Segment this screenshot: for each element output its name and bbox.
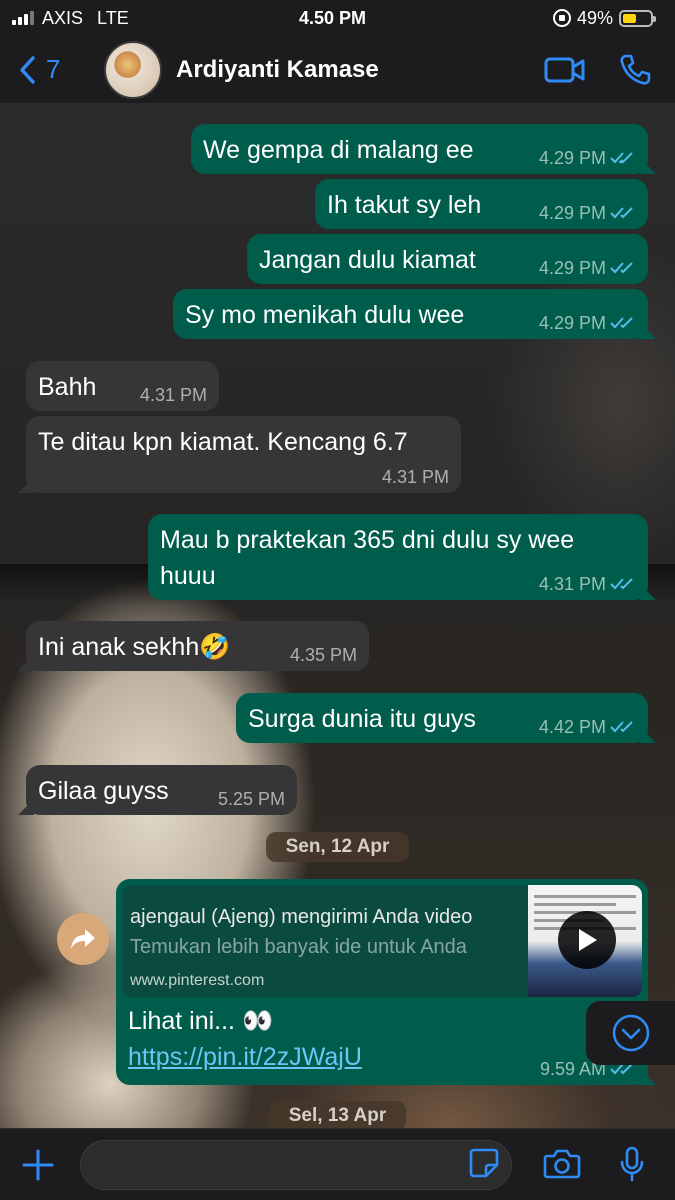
link-preview[interactable]: ajengaul (Ajeng) mengirimi Anda video Te… bbox=[122, 885, 642, 997]
scroll-to-bottom-button[interactable] bbox=[586, 1001, 675, 1065]
message-time: 4.29 PM bbox=[538, 148, 606, 168]
date-separator: Sen, 12 Apr bbox=[265, 832, 410, 862]
microphone-icon bbox=[620, 1146, 644, 1182]
status-time: 4.50 PM bbox=[298, 7, 367, 28]
microphone-button[interactable] bbox=[612, 1144, 652, 1184]
message-time: 4.29 PM bbox=[538, 203, 606, 223]
message-time: 5.25 PM bbox=[217, 789, 285, 809]
read-receipt-icon bbox=[610, 317, 633, 329]
message-text: Gilaa guyss bbox=[38, 777, 169, 805]
video-camera-icon bbox=[544, 57, 585, 82]
message-text: We gempa di malang ee bbox=[203, 136, 474, 164]
message-text: Te ditau kpn kiamat. Kencang 6.7 bbox=[38, 428, 408, 456]
message-bubble-incoming[interactable]: Te ditau kpn kiamat. Kencang 6.7 4.31 PM bbox=[18, 416, 461, 493]
rotation-lock-icon bbox=[552, 9, 571, 27]
link-preview-description: Temukan lebih banyak ide untuk Anda bbox=[130, 936, 467, 958]
attach-button[interactable] bbox=[18, 1145, 58, 1185]
battery-percent: 49% bbox=[576, 7, 613, 28]
battery-icon bbox=[618, 9, 656, 27]
message-input[interactable] bbox=[80, 1139, 512, 1190]
message-bubble-outgoing[interactable]: Jangan dulu kiamat 4.29 PM bbox=[247, 234, 648, 284]
camera-icon bbox=[543, 1149, 581, 1179]
link-preview-url: www.pinterest.com bbox=[130, 972, 265, 989]
back-button[interactable]: 7 bbox=[18, 54, 98, 85]
status-bar: AXIS LTE 4.50 PM 49% bbox=[0, 0, 675, 36]
read-receipt-icon bbox=[610, 578, 633, 590]
phone-icon bbox=[620, 54, 651, 85]
voice-call-button[interactable] bbox=[613, 48, 657, 92]
read-receipt-icon bbox=[610, 262, 633, 274]
network-type: LTE bbox=[97, 7, 129, 28]
message-link[interactable]: https://pin.it/2zJWajU bbox=[128, 1039, 362, 1075]
message-text: Sy mo menikah dulu wee bbox=[185, 301, 465, 329]
date-separator: Sel, 13 Apr bbox=[268, 1101, 407, 1128]
message-text: Bahh bbox=[38, 373, 97, 401]
message-list[interactable]: We gempa di malang ee 4.29 PM Ih takut s… bbox=[0, 104, 675, 1128]
unread-count: 7 bbox=[46, 54, 61, 84]
message-bubble-outgoing[interactable]: Ih takut sy leh 4.29 PM bbox=[315, 179, 648, 229]
sticker-button[interactable] bbox=[468, 1147, 500, 1179]
message-bubble-outgoing[interactable]: Surga dunia itu guys 4.42 PM bbox=[236, 693, 656, 743]
read-receipt-icon bbox=[610, 152, 633, 164]
message-text: Jangan dulu kiamat bbox=[259, 246, 476, 274]
message-time: 4.42 PM bbox=[538, 717, 606, 737]
message-text-line: Mau b praktekan 365 dni dulu sy wee bbox=[160, 526, 575, 554]
signal-icon bbox=[12, 11, 34, 25]
video-thumbnail[interactable] bbox=[528, 885, 642, 997]
forward-arrow-icon bbox=[71, 929, 95, 949]
chat-header: 7 Ardiyanti Kamase bbox=[0, 36, 675, 104]
message-bubble-outgoing[interactable]: Sy mo menikah dulu wee 4.29 PM bbox=[173, 289, 656, 339]
message-bubble-link-share[interactable]: ajengaul (Ajeng) mengirimi Anda video Te… bbox=[116, 879, 656, 1085]
chevron-down-circle-icon bbox=[612, 1014, 649, 1052]
sticker-icon bbox=[469, 1148, 499, 1178]
message-time: 4.31 PM bbox=[139, 385, 207, 405]
message-bubble-incoming[interactable]: Bahh 4.31 PM bbox=[26, 361, 219, 411]
message-text: Surga dunia itu guys bbox=[248, 705, 476, 733]
message-bubble-outgoing[interactable]: Mau b praktekan 365 dni dulu sy wee huuu… bbox=[148, 514, 656, 600]
message-bubble-incoming[interactable]: Gilaa guyss 5.25 PM bbox=[18, 765, 297, 815]
video-call-button[interactable] bbox=[543, 48, 587, 92]
read-receipt-icon bbox=[610, 721, 633, 733]
read-receipt-icon bbox=[610, 207, 633, 219]
message-time: 4.29 PM bbox=[538, 258, 606, 278]
plus-icon bbox=[22, 1149, 54, 1180]
avatar[interactable] bbox=[104, 40, 162, 99]
message-bubble-incoming[interactable]: Ini anak sekhh🤣 4.35 PM bbox=[18, 621, 369, 671]
message-time: 4.31 PM bbox=[381, 467, 449, 487]
play-icon bbox=[558, 911, 616, 969]
carrier-name: AXIS bbox=[42, 7, 84, 28]
contact-name[interactable]: Ardiyanti Kamase bbox=[176, 56, 517, 84]
message-text: Ih takut sy leh bbox=[327, 191, 482, 219]
message-text: Lihat ini... 👀 bbox=[128, 1007, 274, 1035]
camera-button[interactable] bbox=[542, 1144, 582, 1184]
message-text: Ini anak sekhh🤣 bbox=[38, 633, 231, 661]
message-bubble-outgoing[interactable]: We gempa di malang ee 4.29 PM bbox=[191, 124, 656, 174]
message-time: 4.29 PM bbox=[538, 313, 606, 333]
forward-button[interactable] bbox=[57, 913, 109, 965]
message-time: 4.35 PM bbox=[289, 645, 357, 665]
message-time: 4.31 PM bbox=[538, 574, 606, 594]
chevron-left-icon bbox=[20, 55, 35, 84]
